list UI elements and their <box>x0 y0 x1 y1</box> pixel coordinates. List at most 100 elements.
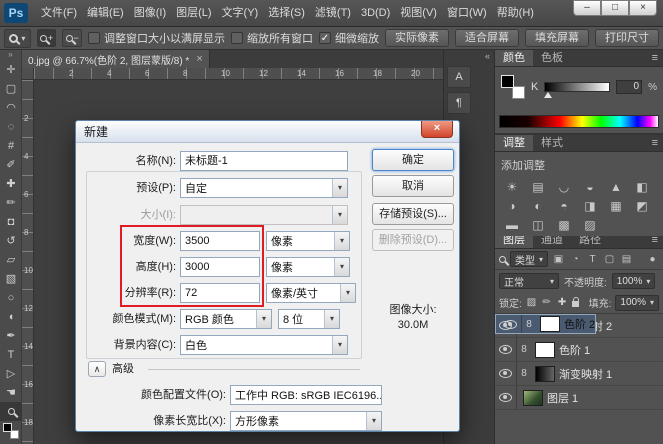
vibrance-icon[interactable]: ▲ <box>603 177 629 196</box>
lock-position-icon[interactable]: ✚ <box>556 297 567 308</box>
scrubby-zoom-checkbox[interactable]: ✓ 细微缩放 <box>319 30 379 46</box>
spot-healing-brush-tool[interactable]: ✚ <box>0 174 22 193</box>
document-tab[interactable]: 0.jpg @ 66.7%(色阶 2, 图层蒙版/8) * × <box>22 50 210 68</box>
menu-layer[interactable]: 图层(L) <box>171 0 216 27</box>
pen-tool[interactable]: ✒ <box>0 326 22 345</box>
resize-windows-checkbox[interactable]: 调整窗口大小以满屏显示 <box>88 30 225 46</box>
menu-3d[interactable]: 3D(D) <box>356 0 395 27</box>
zoom-tool[interactable] <box>0 402 22 421</box>
filter-pixel-layers-icon[interactable]: ▣ <box>552 254 565 265</box>
color-profile-select[interactable]: 工作中 RGB: sRGB IEC6196... ▾ <box>230 385 382 405</box>
layer-thumbnail[interactable] <box>523 390 543 406</box>
lasso-tool[interactable]: ◠ <box>0 98 22 117</box>
foreground-background-swatches[interactable] <box>501 75 525 99</box>
visibility-toggle[interactable] <box>495 362 517 385</box>
toolbar-collapse-icon[interactable]: » <box>0 50 21 60</box>
height-input[interactable]: 3000 <box>180 257 260 277</box>
layer-row-layer-1[interactable]: 图层 1 <box>495 386 663 410</box>
menu-help[interactable]: 帮助(H) <box>492 0 539 27</box>
history-brush-tool[interactable]: ↺ <box>0 231 22 250</box>
menu-type[interactable]: 文字(Y) <box>217 0 264 27</box>
color-spectrum-ramp[interactable] <box>499 115 659 128</box>
width-input[interactable]: 3500 <box>180 231 260 251</box>
opacity-dropdown[interactable]: 100% ▾ <box>612 273 656 289</box>
threshold-icon[interactable]: ◫ <box>525 215 551 234</box>
move-tool[interactable]: ✛ <box>0 60 22 79</box>
paragraph-panel-icon[interactable]: ¶ <box>447 92 471 114</box>
fill-screen-button[interactable]: 填充屏幕 <box>525 29 589 47</box>
background-contents-select[interactable]: 白色 ▾ <box>180 335 348 355</box>
visibility-toggle[interactable] <box>495 338 517 361</box>
close-button[interactable]: × <box>629 0 657 16</box>
zoom-in-button[interactable]: + <box>37 29 57 47</box>
lock-pixels-icon[interactable]: ✏ <box>541 297 552 308</box>
layer-row-gradient-map-1[interactable]: 8 渐变映射 1 <box>495 362 663 386</box>
character-panel-icon[interactable]: A <box>447 66 471 88</box>
lock-transparency-icon[interactable]: ▨ <box>526 297 537 308</box>
color-balance-icon[interactable]: ◑ <box>499 196 525 215</box>
cancel-button[interactable]: 取消 <box>372 175 454 197</box>
selective-color-icon[interactable]: ▨ <box>577 215 603 234</box>
hand-tool[interactable]: ☚ <box>0 383 22 402</box>
hue-saturation-icon[interactable]: ◧ <box>629 177 655 196</box>
gradient-map-icon[interactable]: ▩ <box>551 215 577 234</box>
pixel-aspect-select[interactable]: 方形像素 ▾ <box>230 411 382 431</box>
dialog-titlebar[interactable]: 新建 <box>76 121 459 143</box>
foreground-background-swatches[interactable] <box>0 421 22 441</box>
bit-depth-select[interactable]: 8 位 ▾ <box>278 309 340 329</box>
print-size-button[interactable]: 打印尺寸 <box>595 29 659 47</box>
ok-button[interactable]: 确定 <box>372 149 454 171</box>
brush-tool[interactable]: ✏ <box>0 193 22 212</box>
brightness-contrast-icon[interactable]: ☀ <box>499 177 525 196</box>
levels-icon[interactable]: ▤ <box>525 177 551 196</box>
quick-selection-tool[interactable]: ◌ <box>0 117 22 136</box>
preset-select[interactable]: 自定 ▾ <box>180 178 348 198</box>
path-selection-tool[interactable]: ▷ <box>0 364 22 383</box>
k-slider[interactable] <box>544 82 610 92</box>
rectangular-marquee-tool[interactable]: ▢ <box>0 79 22 98</box>
menu-file[interactable]: 文件(F) <box>36 0 82 27</box>
name-input[interactable]: 未标题-1 <box>180 151 348 171</box>
posterize-icon[interactable]: ▬ <box>499 215 525 234</box>
gradient-tool[interactable]: ▧ <box>0 269 22 288</box>
minimize-button[interactable]: – <box>573 0 601 16</box>
blur-tool[interactable]: ○ <box>0 288 22 307</box>
fit-screen-button[interactable]: 适合屏幕 <box>455 29 519 47</box>
layer-mask-thumbnail[interactable] <box>535 342 555 358</box>
fill-dropdown[interactable]: 100% ▾ <box>615 295 659 311</box>
filter-toggle-icon[interactable]: ● <box>646 254 659 265</box>
tab-color[interactable]: 颜色 <box>495 50 533 66</box>
advanced-collapse-button[interactable]: ∧ <box>88 361 106 377</box>
width-unit-select[interactable]: 像素 ▾ <box>266 231 350 251</box>
menu-window[interactable]: 窗口(W) <box>442 0 492 27</box>
actual-pixels-button[interactable]: 实际像素 <box>385 29 449 47</box>
menu-select[interactable]: 选择(S) <box>263 0 310 27</box>
filter-smart-objects-icon[interactable]: ▤ <box>620 254 633 265</box>
exposure-icon[interactable]: ◒ <box>577 177 603 196</box>
crop-tool[interactable]: # <box>0 136 22 155</box>
dock-expand-icon[interactable]: « <box>444 50 494 62</box>
filter-kind-dropdown[interactable]: 类型 ▾ <box>510 251 548 267</box>
menu-filter[interactable]: 滤镜(T) <box>310 0 356 27</box>
channel-mixer-icon[interactable]: ◨ <box>577 196 603 215</box>
save-preset-button[interactable]: 存储预设(S)... <box>372 203 454 225</box>
eraser-tool[interactable]: ▱ <box>0 250 22 269</box>
filter-shape-layers-icon[interactable]: ▢ <box>603 254 616 265</box>
dodge-tool[interactable]: ◖ <box>0 307 22 326</box>
color-mode-select[interactable]: RGB 颜色 ▾ <box>180 309 272 329</box>
panel-menu-icon[interactable]: ≡ <box>647 135 663 151</box>
resolution-input[interactable]: 72 <box>180 283 260 303</box>
color-lookup-icon[interactable]: ▦ <box>603 196 629 215</box>
invert-icon[interactable]: ◩ <box>629 196 655 215</box>
resolution-unit-select[interactable]: 像素/英寸 ▾ <box>266 283 356 303</box>
layer-mask-thumbnail[interactable] <box>540 316 560 332</box>
blend-mode-dropdown[interactable]: 正常 ▾ <box>499 273 559 289</box>
visibility-toggle[interactable] <box>495 386 517 409</box>
black-white-icon[interactable]: ◐ <box>525 196 551 215</box>
layer-mask-thumbnail[interactable] <box>535 366 555 382</box>
lock-all-icon[interactable] <box>572 301 579 307</box>
k-value-field[interactable]: 0 <box>616 80 642 94</box>
filter-type-layers-icon[interactable]: T <box>586 254 599 265</box>
layer-row-levels-1[interactable]: 8 色阶 1 <box>495 338 663 362</box>
eyedropper-tool[interactable]: ✐ <box>0 155 22 174</box>
